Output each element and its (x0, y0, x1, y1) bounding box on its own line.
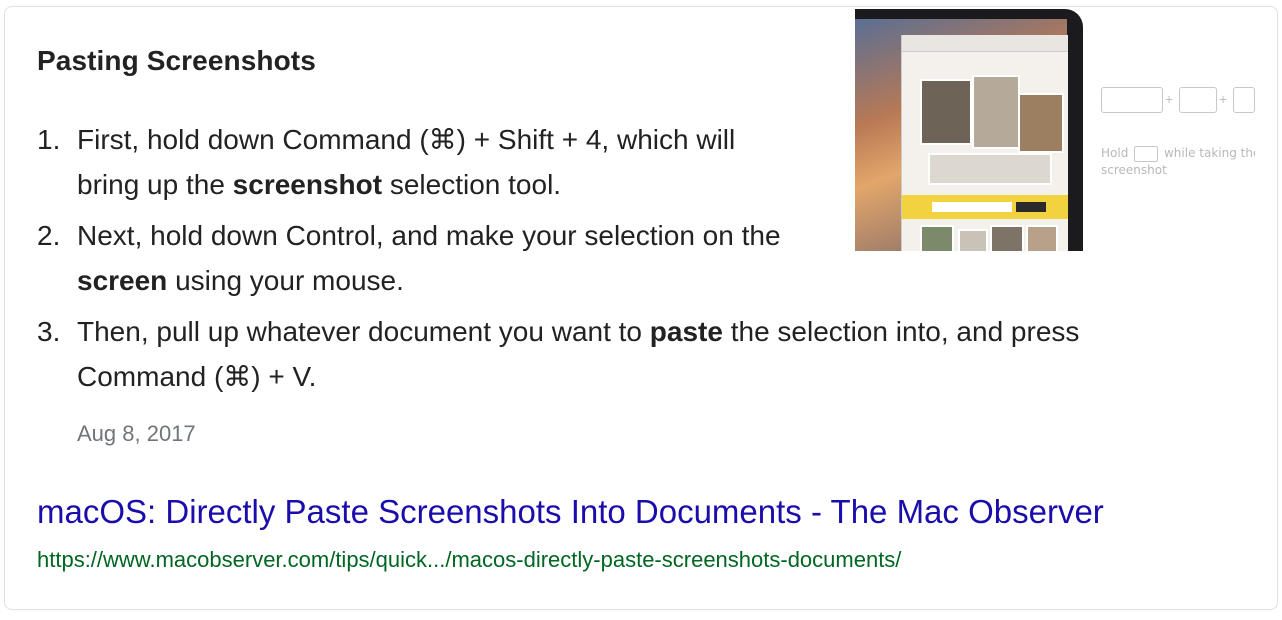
plus-glyph: + (1219, 91, 1228, 107)
featured-snippet-card: Pasting Screenshots 1. First, hold down C… (4, 6, 1278, 610)
laptop-image (855, 9, 1083, 251)
result-url: https://www.macobserver.com/tips/quick..… (37, 547, 902, 572)
photo-tile (1026, 225, 1058, 251)
step-item-1: 1. First, hold down Command (⌘) + Shift +… (37, 117, 797, 207)
photo-tile (958, 229, 988, 251)
step-bold-term: screen (77, 265, 168, 296)
step-number: 1. (37, 124, 61, 155)
control-key-icon (1134, 145, 1159, 162)
banner-button (1016, 202, 1046, 212)
hold-word: Hold (1101, 146, 1129, 160)
step-bold-term: screenshot (232, 169, 383, 200)
step-item-3: 3. Then, pull up whatever document you wa… (37, 309, 1197, 399)
snippet-title: Pasting Screenshots (37, 45, 316, 76)
four-key-icon (1233, 87, 1255, 113)
step-number: 2. (37, 220, 61, 251)
photo-tile (1018, 93, 1064, 153)
step-bold-term: paste (649, 316, 723, 347)
plus-glyph: + (1165, 91, 1174, 107)
hold-instruction: Hold while taking the screenshot (1101, 145, 1255, 178)
step-text: using your mouse. (167, 265, 404, 296)
search-banner (902, 195, 1068, 219)
step-item-2: 2. Next, hold down Control, and make your… (37, 213, 817, 303)
laptop-screen (855, 19, 1068, 251)
step-text: selection tool. (382, 169, 562, 200)
result-title-link[interactable]: macOS: Directly Paste Screenshots Into D… (37, 493, 1104, 531)
step-text: Then, pull up whatever document you want… (77, 316, 650, 347)
command-key-icon (1101, 87, 1163, 113)
step-number: 3. (37, 316, 61, 347)
photo-tile (972, 75, 1020, 149)
photo-tile (920, 79, 972, 145)
snippet-thumbnail[interactable]: + + Hold while taking the screenshot (855, 9, 1255, 251)
photo-tile (928, 153, 1052, 185)
snippet-date: Aug 8, 2017 (77, 421, 196, 446)
photo-tile (990, 225, 1024, 251)
app-window-image (901, 35, 1068, 251)
step-text: Next, hold down Control, and make your s… (77, 220, 781, 251)
banner-input (932, 202, 1012, 212)
window-toolbar (902, 35, 1068, 52)
photo-tile (920, 225, 954, 251)
shift-key-icon (1179, 87, 1217, 113)
